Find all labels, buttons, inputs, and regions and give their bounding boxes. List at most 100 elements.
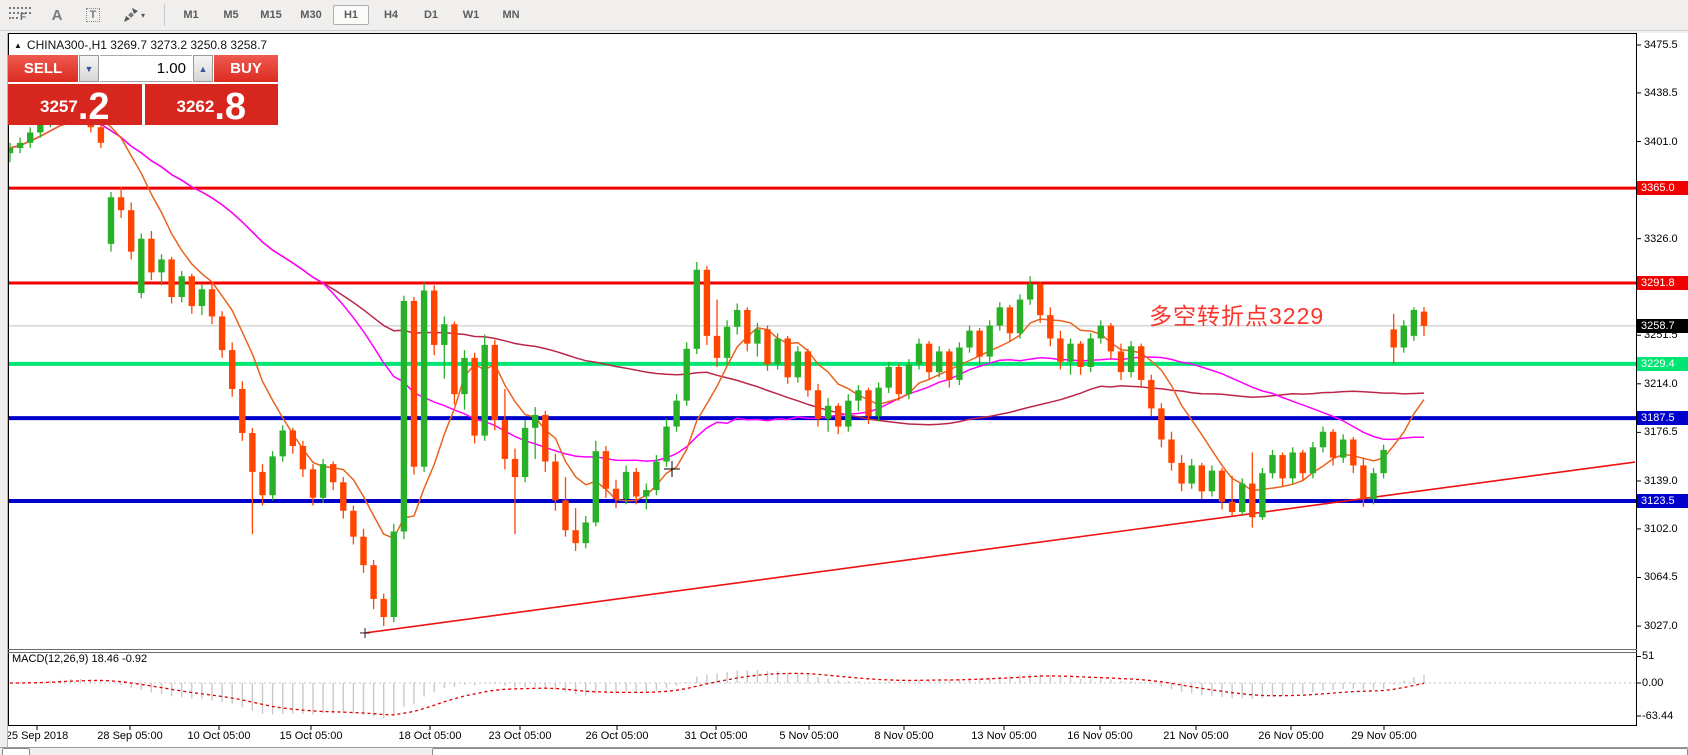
volume-decrease-button[interactable]: ▼ [79,55,99,82]
timeframe-button-h1[interactable]: H1 [333,5,369,25]
price-tick-label: 3214.0 [1644,378,1678,390]
moving-average-70[interactable] [10,121,1424,424]
timeframe-bar: M1M5M15M30H1H4D1W1MN [173,5,529,25]
candle-body [976,331,982,357]
timeframe-button-m15[interactable]: M15 [253,5,289,25]
candle-body [1360,465,1366,499]
candle-body [1279,455,1285,478]
candle-body [1239,484,1245,513]
time-tick-label: 16 Nov 05:00 [1067,730,1132,742]
candle-body [209,289,215,316]
price-level-label: 3365.0 [1637,181,1688,195]
candle-body [522,428,528,477]
price-level-label: 3258.7 [1637,319,1688,333]
candle-body [724,327,730,358]
candle-body [290,430,296,446]
timeframe-button-m30[interactable]: M30 [293,5,329,25]
timeframe-button-mn[interactable]: MN [493,5,529,25]
candle-body [916,344,922,365]
candle-body [370,565,376,599]
candle-body [340,482,346,511]
candle-body [593,451,599,522]
main-pane [7,91,1636,638]
price-tick-label: 3401.0 [1644,136,1678,148]
candle-body [744,310,750,344]
candle-body [684,349,690,401]
candle-body [643,490,649,496]
candle-body [482,345,488,436]
candle-body [956,348,962,380]
candle-body [936,351,942,372]
candle-body [1158,408,1164,439]
timeframe-button-m5[interactable]: M5 [213,5,249,25]
candle-body [1057,338,1063,361]
candle-body [269,456,275,495]
candle-body [896,367,902,394]
timeframe-button-d1[interactable]: D1 [413,5,449,25]
fib-letter: F [20,12,26,23]
fibonacci-icon[interactable]: F [6,3,36,27]
text-box-icon[interactable]: T [78,3,108,27]
time-tick-label: 8 Nov 05:00 [874,730,933,742]
candle-body [300,446,306,469]
time-tick-label: 13 Nov 05:00 [971,730,1036,742]
candle-body [1098,325,1104,338]
candle-body [310,469,316,498]
candle-body [148,239,154,273]
pane-splitter[interactable] [8,649,1637,650]
buy-button[interactable]: BUY [214,55,278,82]
candle-body [987,325,993,356]
pane-splitter[interactable] [8,652,1637,653]
candle-body [259,472,265,495]
candle-body [229,350,235,389]
timeframe-button-w1[interactable]: W1 [453,5,489,25]
chart-tab[interactable] [432,748,1688,755]
candle-body [966,331,972,348]
time-tick-label: 26 Nov 05:00 [1258,730,1323,742]
candle-body [754,329,760,343]
chart-border-bottom [8,725,1637,726]
trade-panel-quotes: 3257 .2 3262 .8 [8,84,278,125]
sell-button[interactable]: SELL [8,55,78,82]
bid-price[interactable]: 3257 .2 [8,84,142,125]
candle-body [613,489,619,499]
macd-pane [9,670,1636,718]
candle-body [633,472,639,497]
volume-input[interactable] [100,55,192,82]
time-tick-label: 26 Oct 05:00 [586,730,649,742]
candle-body [1269,455,1275,473]
trade-panel-top-row: SELL ▼ ▲ BUY [8,55,278,82]
candle-body [673,401,679,427]
candle-body [179,276,185,297]
candle-body [350,511,356,537]
candle-body [98,127,104,143]
timeframe-button-m1[interactable]: M1 [173,5,209,25]
candle-body [360,537,366,566]
candle-body [128,210,134,251]
text-label-icon[interactable]: A [42,3,72,27]
macd-tick-label: 51 [1642,650,1654,662]
candle-body [199,289,205,306]
candle-body [1168,440,1174,463]
candle-body [825,406,831,419]
candle-body [1088,338,1094,367]
candle-body [461,358,467,394]
time-tick-label: 18 Oct 05:00 [399,730,462,742]
arrow-tools-icon[interactable]: ▾ [114,3,154,27]
timeframe-button-h4[interactable]: H4 [373,5,409,25]
chart-title: ▲ CHINA300-,H1 3269.7 3273.2 3250.8 3258.… [14,38,267,52]
collapse-icon: ▲ [14,41,22,50]
candle-body [886,367,892,388]
candle-body [189,276,195,306]
moving-average-32[interactable] [10,121,1424,461]
volume-increase-button[interactable]: ▲ [193,55,213,82]
candle-body [249,433,255,472]
candle-body [168,259,174,297]
candle-body [411,301,417,467]
candle-body [1037,284,1043,315]
candle-body [280,430,286,456]
price-tick-label: 3326.0 [1644,233,1678,245]
chart-title-text: CHINA300-,H1 3269.7 3273.2 3250.8 3258.7 [27,38,267,52]
ask-price[interactable]: 3262 .8 [145,84,279,125]
chart-tab[interactable] [2,748,30,755]
